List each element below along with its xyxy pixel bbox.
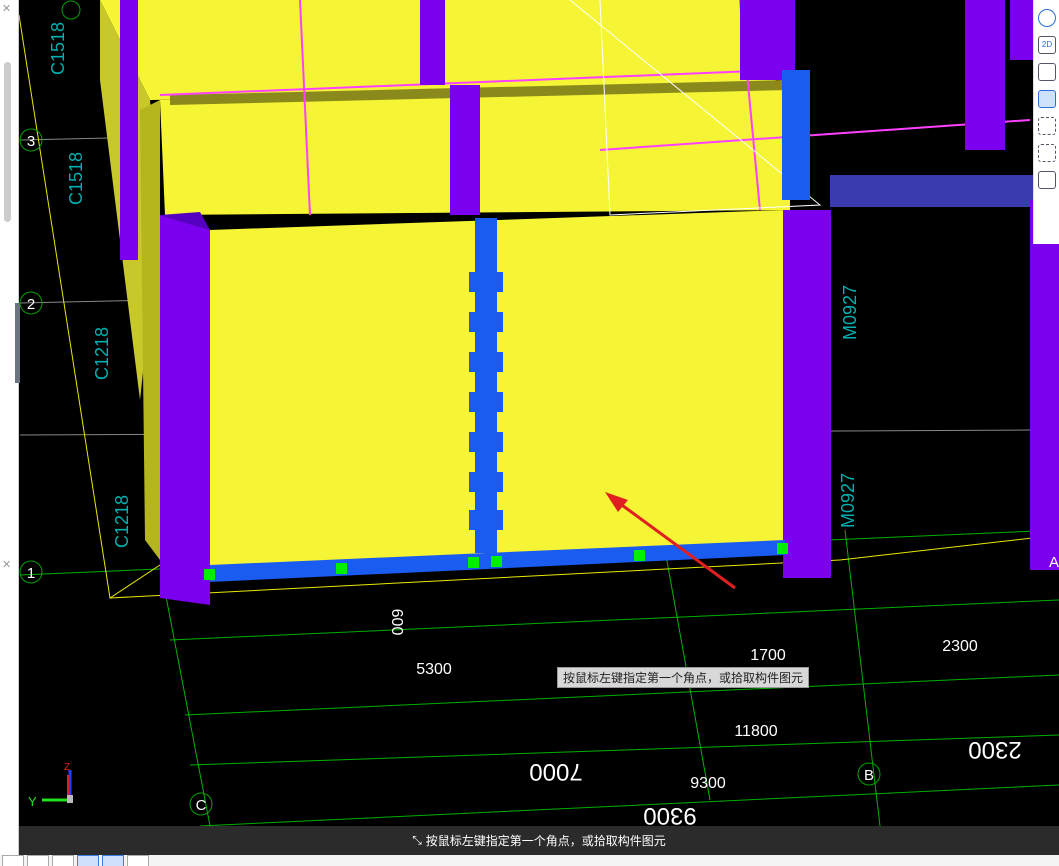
- 2d-view-button[interactable]: 2D: [1038, 36, 1056, 54]
- tool-button[interactable]: [27, 855, 49, 866]
- axis-label-a: A: [1049, 554, 1059, 571]
- axis-label-1: 1: [27, 565, 35, 582]
- select-box-icon[interactable]: [1038, 117, 1056, 135]
- properties-icon[interactable]: [1038, 171, 1056, 189]
- solid-view-icon[interactable]: [1038, 90, 1056, 108]
- axis-indicator: Y Z: [28, 762, 73, 809]
- svg-text:Z: Z: [64, 762, 70, 773]
- tool-button[interactable]: [127, 855, 149, 866]
- axis-label-c: C: [196, 797, 207, 814]
- dimension: 7000: [529, 758, 582, 785]
- window-label: C1218: [112, 495, 132, 548]
- door-label: M0927: [840, 285, 860, 340]
- svg-text:Y: Y: [28, 794, 37, 809]
- axis-label-2: 2: [27, 296, 35, 313]
- column[interactable]: [783, 210, 831, 578]
- tool-button[interactable]: [102, 855, 124, 866]
- corner-pick-icon: ⤡: [412, 833, 422, 847]
- view-toolbar: 2D: [1033, 0, 1059, 244]
- dimension: 5300: [416, 661, 452, 678]
- dimension: 11800: [734, 723, 777, 740]
- orbit-icon[interactable]: [1038, 9, 1056, 27]
- view-cube-icon[interactable]: [1038, 63, 1056, 81]
- close-icon[interactable]: ✕: [2, 2, 11, 15]
- dimension: 9300: [690, 775, 726, 792]
- 3d-box-icon[interactable]: [1038, 144, 1056, 162]
- column[interactable]: [160, 215, 210, 605]
- status-bar: ⤡ 按鼠标左键指定第一个角点，或拾取构件图元: [19, 826, 1059, 855]
- dimension: 9300: [643, 802, 696, 826]
- bottom-toolbar: [0, 855, 1059, 866]
- constructional-column[interactable]: [475, 218, 497, 553]
- door-label: M0927: [838, 473, 858, 528]
- window-label: C1518: [66, 152, 86, 205]
- scrollbar[interactable]: [4, 62, 11, 222]
- dimension: 2300: [968, 736, 1021, 763]
- dimension: 1700: [750, 647, 786, 664]
- 3d-viewport[interactable]: 3 2 1 C B A C1518 C1518 C1218 C1218 M092…: [19, 0, 1059, 826]
- dimension: 600: [388, 609, 405, 636]
- close-icon[interactable]: ✕: [2, 558, 11, 571]
- tool-button[interactable]: [2, 855, 24, 866]
- tool-button[interactable]: [52, 855, 74, 866]
- cursor-tooltip: 按鼠标左键指定第一个角点，或拾取构件图元: [557, 667, 810, 688]
- axis-label-b: B: [864, 767, 874, 784]
- window-label: C1218: [92, 327, 112, 380]
- status-prompt: 按鼠标左键指定第一个角点，或拾取构件图元: [425, 834, 666, 848]
- dimension: 2300: [942, 638, 978, 655]
- beam[interactable]: [830, 175, 1035, 207]
- left-panel: ✕ ✕: [0, 0, 20, 855]
- axis-label-3: 3: [27, 133, 35, 150]
- window-label: C1518: [48, 22, 68, 75]
- tool-button[interactable]: [77, 855, 99, 866]
